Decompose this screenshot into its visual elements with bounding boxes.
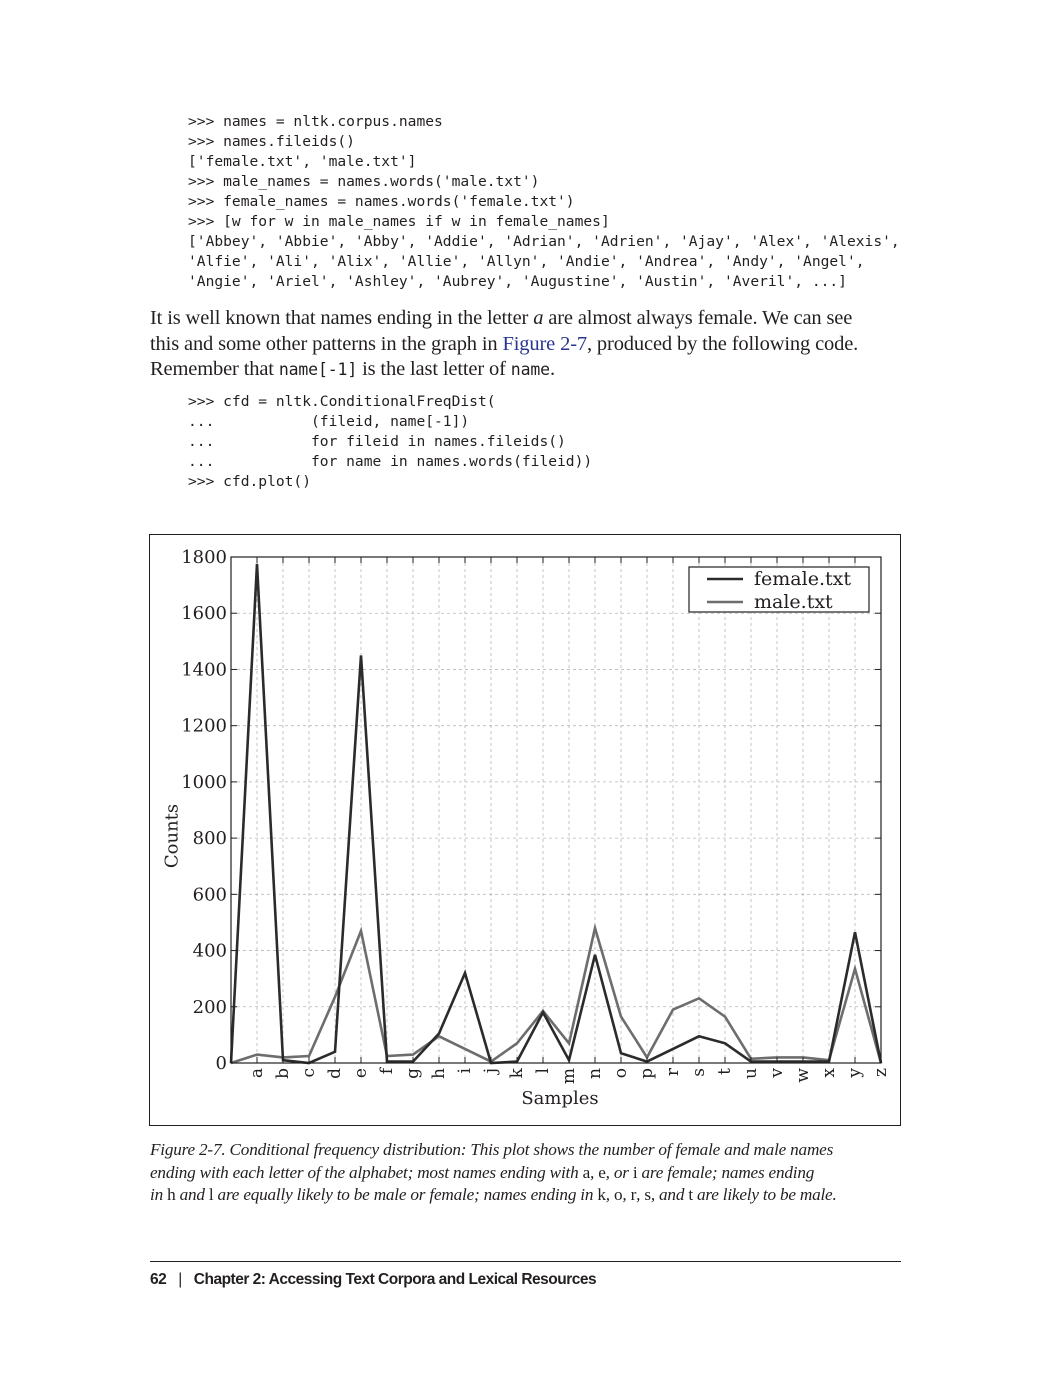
- x-tick-label: i: [455, 1067, 475, 1073]
- code-block-names: >>> names = nltk.corpus.names >>> names.…: [188, 112, 900, 292]
- code-line: >>> names = nltk.corpus.names: [188, 113, 443, 130]
- code-line: 'Alfie', 'Ali', 'Alix', 'Allie', 'Allyn'…: [188, 253, 865, 270]
- y-tick-label: 400: [193, 941, 227, 962]
- series-line-male-txt: [230, 922, 883, 1065]
- plot-frame: [230, 556, 882, 1064]
- x-tick-label: d: [325, 1068, 345, 1079]
- figure-caption: Figure 2-7. Conditional frequency distri…: [150, 1140, 837, 1204]
- y-tick-label: 1400: [181, 659, 227, 680]
- x-tick-label: t: [715, 1068, 735, 1075]
- x-tick-label: o: [611, 1068, 631, 1078]
- code-line: >>> names.fileids(): [188, 133, 355, 150]
- footer-separator: |: [178, 1271, 182, 1288]
- body-paragraph: It is well known that names ending in th…: [150, 307, 859, 380]
- figure-frame: 0 200 400 600 800 1000 1200 1400 1600 1800 a b c d e f g…: [149, 534, 901, 1126]
- x-tick-label: k: [507, 1067, 527, 1078]
- x-tick-label: p: [637, 1068, 657, 1079]
- code-line: ... for fileid in names.fileids(): [188, 433, 566, 450]
- y-tick-label: 600: [193, 884, 227, 905]
- y-tick-label: 1000: [181, 772, 227, 793]
- y-tick-label: 1200: [181, 716, 227, 737]
- x-tick-label: u: [741, 1068, 761, 1079]
- x-tick-label: z: [871, 1068, 891, 1077]
- x-tick-label: j: [481, 1068, 501, 1075]
- x-tick-label: l: [533, 1068, 553, 1073]
- x-tick-label: e: [351, 1068, 371, 1078]
- chapter-title: Chapter 2: Accessing Text Corpora and Le…: [193, 1271, 597, 1288]
- legend-label: male.txt: [754, 591, 833, 613]
- code-line: ... for name in names.words(fileid)): [188, 453, 593, 470]
- x-tick-label: h: [429, 1068, 449, 1079]
- footer-rule: [150, 1261, 901, 1262]
- page-number: 62: [150, 1271, 167, 1288]
- x-tick-label: s: [689, 1068, 709, 1077]
- x-tick-label: c: [299, 1068, 319, 1078]
- y-tick-label: 1800: [181, 547, 227, 568]
- y-tick-label: 800: [193, 828, 227, 849]
- x-tick-label: v: [767, 1068, 787, 1079]
- legend-label: female.txt: [754, 568, 851, 590]
- code-block-cfd: >>> cfd = nltk.ConditionalFreqDist( ... …: [188, 392, 592, 492]
- series-line-female-txt: [229, 563, 883, 1065]
- x-tick-label: m: [559, 1068, 579, 1084]
- y-tick-label: 0: [216, 1053, 227, 1074]
- page-footer: 62 | Chapter 2: Accessing Text Corpora and…: [150, 1271, 597, 1289]
- figure-link[interactable]: Figure 2-7: [503, 333, 588, 355]
- y-axis-label: Counts: [162, 804, 183, 868]
- x-tick-label: x: [819, 1068, 839, 1078]
- x-tick-label: y: [845, 1068, 865, 1079]
- y-tick-label: 1600: [181, 603, 227, 624]
- code-line: >>> cfd = nltk.ConditionalFreqDist(: [188, 393, 496, 410]
- x-tick-label: w: [793, 1068, 813, 1083]
- x-tick-label: g: [403, 1068, 423, 1079]
- code-line: >>> cfd.plot(): [188, 473, 312, 490]
- code-line: ... (fileid, name[-1]): [188, 413, 470, 430]
- code-line: ['Abbey', 'Abbie', 'Abby', 'Addie', 'Adr…: [188, 233, 900, 250]
- x-axis-label: Samples: [521, 1088, 598, 1109]
- code-line: >>> [w for w in male_names if w in femal…: [188, 213, 610, 230]
- x-tick-label: b: [273, 1068, 293, 1079]
- code-line: >>> male_names = names.words('male.txt'): [188, 173, 540, 190]
- x-tick-label: n: [585, 1068, 605, 1079]
- code-line: >>> female_names = names.words('female.t…: [188, 193, 575, 210]
- y-tick-label: 200: [193, 997, 227, 1018]
- code-line: 'Angie', 'Ariel', 'Ashley', 'Aubrey', 'A…: [188, 273, 847, 290]
- x-tick-label: r: [663, 1067, 683, 1076]
- x-tick-label: a: [247, 1068, 267, 1078]
- code-line: ['female.txt', 'male.txt']: [188, 153, 417, 170]
- frequency-line-chart: 0 200 400 600 800 1000 1200 1400 1600 1800 a b c d e f g…: [162, 547, 892, 1109]
- x-tick-label: f: [377, 1066, 397, 1074]
